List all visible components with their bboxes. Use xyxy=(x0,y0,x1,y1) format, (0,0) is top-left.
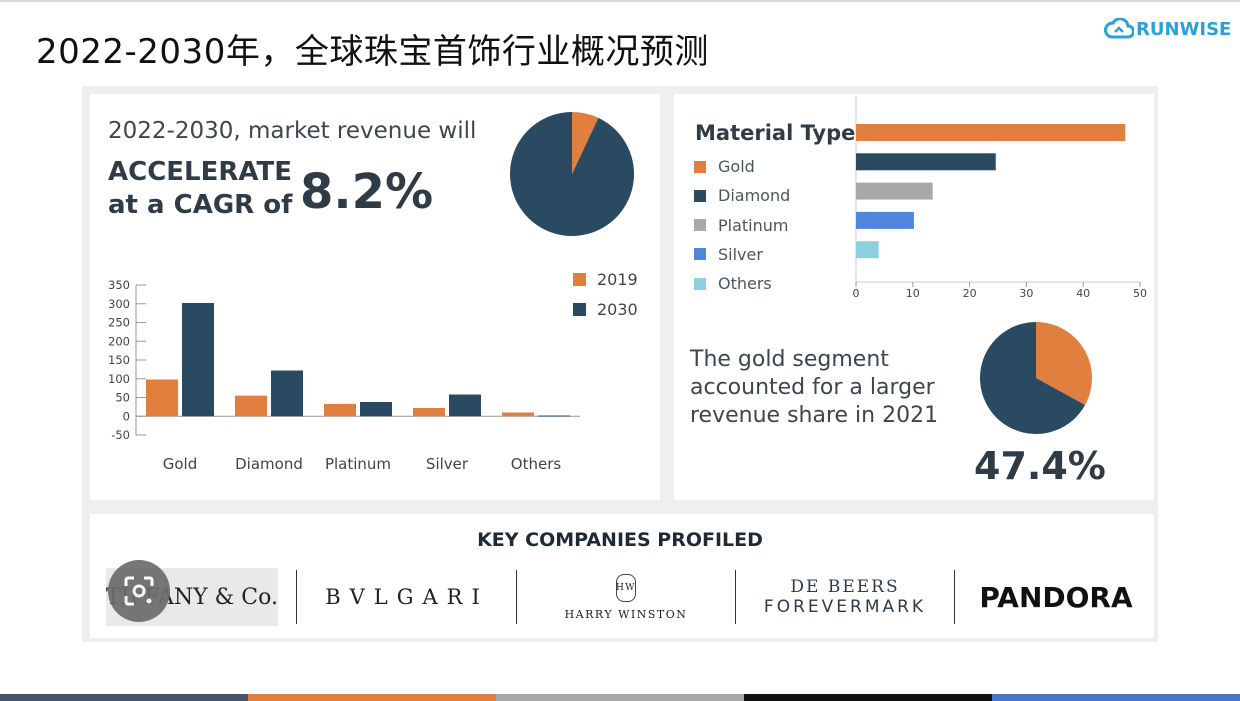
cagr-pie-chart xyxy=(510,112,634,236)
legend-label: Platinum xyxy=(718,215,789,235)
material-bar xyxy=(856,241,879,259)
footer-bar-segment xyxy=(992,694,1240,701)
category-label: Gold xyxy=(163,455,198,473)
footer-bar-segment xyxy=(248,694,496,701)
revenue-bar-2019 xyxy=(413,408,445,417)
top-border xyxy=(0,0,1240,2)
gold-share-value: 47.4% xyxy=(974,444,1106,488)
category-label: Platinum xyxy=(325,455,391,473)
y-tick-label: -50 xyxy=(111,428,130,442)
material-bar xyxy=(856,124,1126,141)
material-bar-chart: 0 10 20 30 40 50 xyxy=(853,96,1147,300)
brand-name: RUNWISE xyxy=(1136,18,1232,40)
material-bar xyxy=(856,211,914,229)
material-legend-title: Material Type xyxy=(695,121,856,145)
x-tick-label: 10 xyxy=(906,287,920,300)
debeers-name: DE BEERS xyxy=(790,577,900,597)
revenue-bar-2030 xyxy=(449,394,481,417)
revenue-bar-2030 xyxy=(538,415,570,417)
cagr-text-line2: ACCELERATE xyxy=(108,157,292,187)
y-tick-label: 200 xyxy=(108,334,130,348)
footer-bar-segment xyxy=(496,694,744,701)
legend-label: 2030 xyxy=(597,300,638,319)
logo-divider xyxy=(735,570,736,624)
material-legend-item: Platinum xyxy=(694,216,788,235)
x-tick-label: 20 xyxy=(963,287,977,300)
x-tick-label: 40 xyxy=(1076,287,1090,300)
x-tick-label: 50 xyxy=(1133,287,1147,300)
material-legend-item: Gold xyxy=(694,157,755,176)
revenue-bar-chart: 350 300 250 200 150 100 50 0 -50 Gold Diamond Plati… xyxy=(108,270,638,473)
x-tick-label: 0 xyxy=(853,287,860,300)
harry-winston-name: HARRY WINSTON xyxy=(564,607,688,621)
footer-bar-segment xyxy=(744,694,992,701)
legend-label: Gold xyxy=(718,157,755,176)
cagr-text-line1: 2022-2030, market revenue will xyxy=(108,118,477,144)
category-label: Diamond xyxy=(235,455,303,473)
legend-swatch xyxy=(694,219,706,232)
y-tick-label: 150 xyxy=(108,353,130,367)
material-bar xyxy=(856,153,996,171)
brand-logo: RUNWISE xyxy=(1104,18,1231,40)
revenue-bar-2030 xyxy=(271,370,303,417)
cagr-text-line3: at a CAGR of xyxy=(108,190,293,220)
companies-title: KEY COMPANIES PROFILED xyxy=(477,529,763,551)
lens-search-button[interactable] xyxy=(108,560,170,622)
gold-share-line1: The gold segment xyxy=(690,347,889,372)
slide-title: 2022-2030年，全球珠宝首饰行业概况预测 xyxy=(36,32,709,72)
cagr-value: 8.2% xyxy=(300,164,434,220)
revenue-bar-2019 xyxy=(502,412,534,417)
gold-share-text: The gold segment accounted for a larger … xyxy=(690,346,938,430)
revenue-bar-2019 xyxy=(235,395,267,417)
legend-swatch xyxy=(573,273,586,286)
logo-divider xyxy=(516,570,517,624)
cloud-icon xyxy=(1104,18,1134,39)
y-tick-label: 350 xyxy=(108,278,130,292)
footer-bar-segment xyxy=(0,694,248,701)
cagr-pie-slice xyxy=(510,112,634,236)
material-legend-item: Silver xyxy=(694,245,763,264)
legend-swatch xyxy=(694,277,706,290)
legend-swatch xyxy=(694,248,706,261)
revenue-bar-2019 xyxy=(324,403,356,417)
revenue-bar-2030 xyxy=(360,402,392,417)
y-tick-label: 250 xyxy=(108,316,130,330)
material-legend-item: Others xyxy=(694,274,772,293)
harry-winston-logo: HW HARRY WINSTON xyxy=(520,568,732,626)
material-bar xyxy=(856,182,933,200)
legend-label: Silver xyxy=(718,244,763,264)
y-tick-label: 0 xyxy=(123,409,130,423)
gold-share-line3: revenue share in 2021 xyxy=(690,403,939,428)
logo-divider xyxy=(954,570,955,624)
revenue-bar-2019 xyxy=(146,379,178,417)
gold-share-pie-chart xyxy=(980,322,1092,434)
forevermark-name: FOREVERMARK xyxy=(763,597,927,617)
logo-divider xyxy=(296,570,297,624)
legend-label: Diamond xyxy=(718,186,791,206)
legend-label: Others xyxy=(718,274,772,294)
x-tick-label: 30 xyxy=(1019,287,1033,300)
harry-winston-emblem-icon: HW xyxy=(616,573,636,602)
lens-icon xyxy=(124,576,154,606)
debeers-logo: DE BEERS FOREVERMARK xyxy=(738,568,952,626)
revenue-bar-2030 xyxy=(182,303,214,417)
y-tick-label: 300 xyxy=(108,297,130,311)
y-tick-label: 50 xyxy=(115,391,130,405)
gold-share-line2: accounted for a larger xyxy=(690,375,935,400)
pandora-logo: PANDORA xyxy=(979,580,1133,614)
legend-swatch xyxy=(694,189,706,202)
legend-label: 2019 xyxy=(597,270,638,289)
material-legend-item: Diamond xyxy=(694,186,790,205)
category-label: Others xyxy=(511,455,562,473)
legend-swatch xyxy=(573,303,586,316)
y-tick-label: 100 xyxy=(108,372,130,386)
bvlgari-logo: BVLGARI xyxy=(325,585,489,609)
legend-swatch xyxy=(694,160,706,173)
cagr-text-bold: ACCELERATE at a CAGR of xyxy=(108,156,292,222)
category-label: Silver xyxy=(426,455,469,473)
